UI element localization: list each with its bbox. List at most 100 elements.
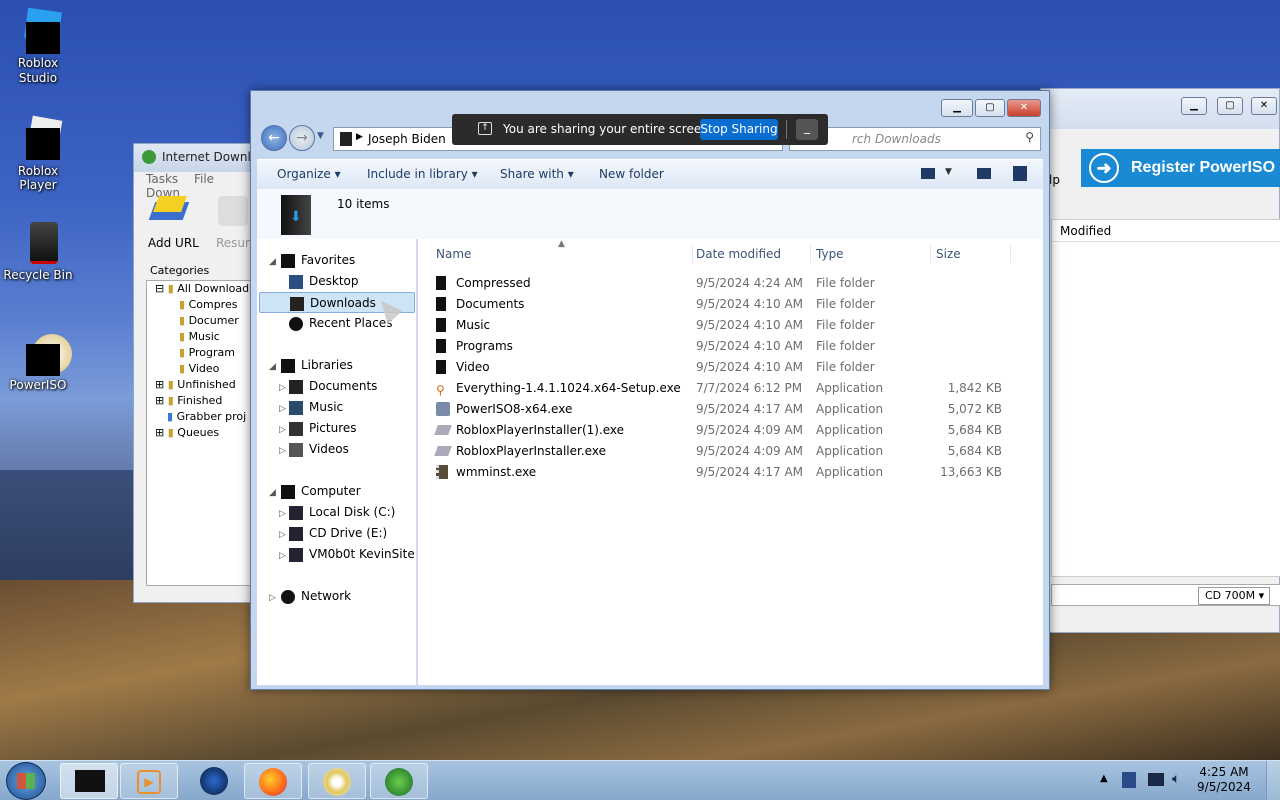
help-icon[interactable] — [1013, 166, 1027, 181]
idm-logo-icon — [142, 150, 156, 164]
folder-icon — [340, 132, 352, 146]
roblox-installer-icon — [434, 444, 452, 458]
taskbar-explorer[interactable] — [60, 763, 118, 799]
modified-column-header[interactable]: Modified — [1052, 220, 1280, 242]
register-label: Register PowerISO — [1131, 159, 1276, 176]
desktop-icon-recycle-bin[interactable]: Recycle Bin — [2, 222, 74, 282]
category-video[interactable]: ▮ Video — [147, 361, 265, 377]
close-button[interactable]: ✕ — [1007, 99, 1041, 117]
show-desktop-button[interactable] — [1266, 761, 1280, 800]
taskbar-poweriso[interactable] — [308, 763, 366, 799]
view-dropdown-icon[interactable]: ▼ — [945, 167, 952, 177]
nav-cd-drive[interactable]: CD Drive (E:) — [289, 523, 387, 544]
file-row[interactable]: Music 9/5/2024 4:10 AM File folder — [436, 315, 1036, 336]
idm-window[interactable]: Internet Downlo Tasks File Down Add URL … — [133, 143, 266, 603]
network-tray-icon[interactable] — [1148, 773, 1164, 786]
column-size[interactable]: Size — [936, 247, 961, 261]
category-queues[interactable]: ⊞ ▮ Queues — [147, 425, 265, 441]
star-icon — [281, 253, 295, 268]
category-finished[interactable]: ⊞ ▮ Finished — [147, 393, 265, 409]
poweriso-minimize-button[interactable]: ▁ — [1181, 97, 1207, 115]
poweriso-maximize-button[interactable]: ▢ — [1217, 97, 1243, 115]
new-folder-button[interactable]: New folder — [599, 167, 664, 181]
nav-vm-share[interactable]: VM0b0t KevinSite — [289, 544, 415, 565]
tray-app-icon[interactable] — [1122, 772, 1136, 788]
nav-videos[interactable]: Videos — [289, 439, 349, 460]
add-url-button[interactable]: Add URL — [148, 236, 199, 250]
file-row[interactable]: RobloxPlayerInstaller(1).exe 9/5/2024 4:… — [434, 420, 1036, 441]
nav-local-disk[interactable]: Local Disk (C:) — [289, 502, 395, 523]
start-button[interactable] — [6, 762, 46, 800]
taskbar-browser-icon[interactable] — [200, 767, 228, 795]
taskbar-firefox[interactable] — [244, 763, 302, 799]
column-type[interactable]: Type — [816, 247, 844, 261]
forward-button[interactable]: → — [289, 125, 315, 151]
category-programs[interactable]: ▮ Program — [147, 345, 265, 361]
share-bar-minimize-button[interactable]: _ — [796, 119, 818, 140]
share-with-button[interactable]: Share with ▾ — [500, 167, 574, 181]
include-in-library-button[interactable]: Include in library ▾ — [367, 167, 478, 181]
nav-pictures[interactable]: Pictures — [289, 418, 357, 439]
nav-desktop[interactable]: Desktop — [289, 271, 359, 292]
category-music[interactable]: ▮ Music — [147, 329, 265, 345]
system-clock[interactable]: 4:25 AM 9/5/2024 — [1192, 765, 1256, 795]
view-options-icon[interactable] — [921, 168, 935, 179]
nav-documents[interactable]: Documents — [289, 376, 377, 397]
idm-toolbar: Add URL Resum — [134, 190, 262, 260]
column-name[interactable]: Name — [436, 247, 471, 261]
explorer-window[interactable]: ▁ ▢ ✕ ← → ▼ ▶ Joseph Biden rch Downloads… — [250, 90, 1050, 690]
share-screen-icon: ↑ — [478, 122, 492, 135]
volume-icon[interactable]: 🔈︎ — [1172, 771, 1180, 787]
file-list[interactable]: ▲ Name Date modified Type Size Compresse… — [418, 239, 1043, 685]
breadcrumb-chevron-icon: ▶ — [356, 132, 363, 142]
back-button[interactable]: ← — [261, 125, 287, 151]
poweriso-statusbar: CD 700M ▾ — [1051, 584, 1280, 606]
stop-sharing-button[interactable]: Stop Sharing — [700, 119, 778, 140]
folder-icon — [436, 297, 450, 311]
help-label[interactable]: lp — [1049, 173, 1060, 187]
file-row[interactable]: Video 9/5/2024 4:10 AM File folder — [436, 357, 1036, 378]
idm-menu-tasks[interactable]: Tasks — [146, 172, 178, 186]
nav-favorites[interactable]: Favorites — [281, 250, 355, 271]
roblox-studio-icon — [16, 7, 62, 54]
poweriso-close-button[interactable]: ✕ — [1251, 97, 1277, 115]
poweriso-icon — [16, 332, 72, 376]
desktop-icon-roblox-player[interactable]: Roblox Player — [2, 115, 74, 192]
maximize-button[interactable]: ▢ — [975, 99, 1005, 117]
register-poweriso-button[interactable]: ➜ Register PowerISO — [1081, 149, 1280, 187]
desktop-icon-roblox-studio[interactable]: Roblox Studio — [2, 7, 74, 86]
nav-network[interactable]: Network — [281, 586, 351, 607]
file-row[interactable]: ⚲ Everything-1.4.1.1024.x64-Setup.exe 7/… — [436, 378, 1036, 399]
nav-recent-places[interactable]: Recent Places — [289, 313, 392, 334]
category-compressed[interactable]: ▮ Compres — [147, 297, 265, 313]
media-size-select[interactable]: CD 700M ▾ — [1198, 587, 1270, 605]
taskbar-idm[interactable] — [370, 763, 428, 799]
recent-pages-dropdown[interactable]: ▼ — [317, 131, 324, 141]
file-row[interactable]: wmminst.exe 9/5/2024 4:17 AM Application… — [436, 462, 1036, 483]
file-row[interactable]: Compressed 9/5/2024 4:24 AM File folder — [436, 273, 1036, 294]
nav-computer[interactable]: Computer — [281, 481, 361, 502]
category-grabber[interactable]: ▮ Grabber proj — [147, 409, 265, 425]
breadcrumb-user[interactable]: Joseph Biden — [368, 132, 446, 146]
show-hidden-icons-icon[interactable]: ▲ — [1100, 773, 1108, 784]
preview-pane-icon[interactable] — [977, 168, 991, 179]
organize-button[interactable]: Organize ▾ — [277, 167, 341, 181]
libraries-icon — [281, 358, 295, 373]
minimize-button[interactable]: ▁ — [941, 99, 973, 117]
category-all[interactable]: ⊟ ▮ All Download — [147, 281, 265, 297]
network-drive-icon — [289, 547, 303, 562]
nav-music[interactable]: Music — [289, 397, 343, 418]
file-row[interactable]: RobloxPlayerInstaller.exe 9/5/2024 4:09 … — [434, 441, 1036, 462]
category-unfinished[interactable]: ⊞ ▮ Unfinished — [147, 377, 265, 393]
file-row[interactable]: PowerISO8-x64.exe 9/5/2024 4:17 AM Appli… — [436, 399, 1036, 420]
poweriso-file-list[interactable]: Modified — [1051, 219, 1280, 577]
file-row[interactable]: Programs 9/5/2024 4:10 AM File folder — [436, 336, 1036, 357]
file-row[interactable]: Documents 9/5/2024 4:10 AM File folder — [436, 294, 1036, 315]
poweriso-window[interactable]: ▁ ▢ ✕ lp ➜ Register PowerISO Modified CD… — [1040, 88, 1280, 633]
nav-libraries[interactable]: Libraries — [281, 355, 353, 376]
category-documents[interactable]: ▮ Documer — [147, 313, 265, 329]
desktop-icon-poweriso[interactable]: PowerISO — [2, 332, 74, 392]
taskbar-media-player[interactable]: ▶ — [120, 763, 178, 799]
column-date-modified[interactable]: Date modified — [696, 247, 781, 261]
idm-menu-file[interactable]: File — [194, 172, 214, 186]
